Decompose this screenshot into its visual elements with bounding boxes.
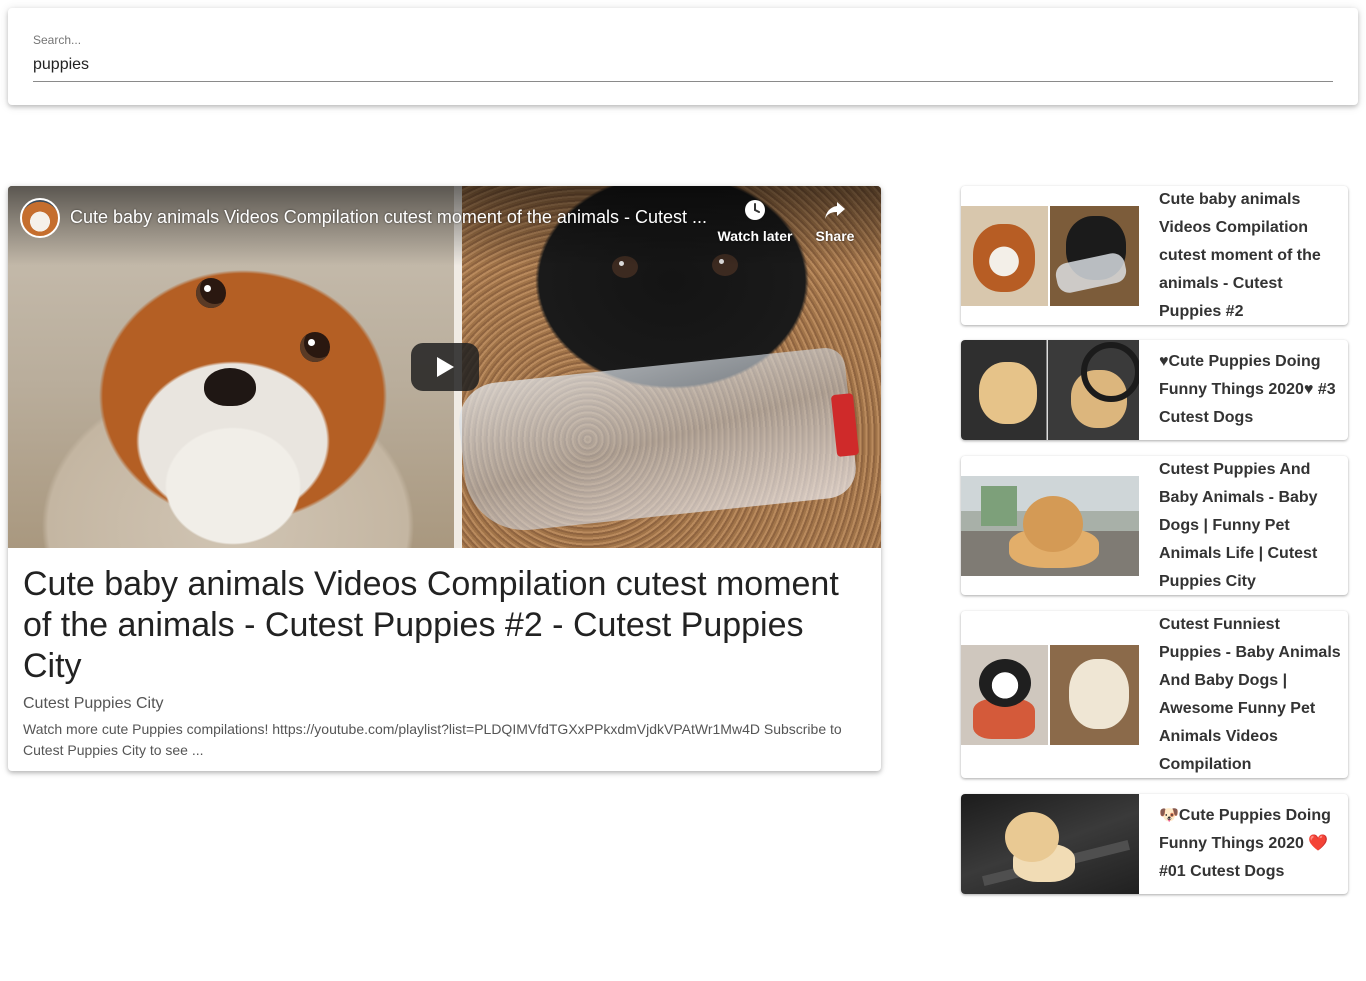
puppy-nose (204, 368, 256, 406)
clock-icon (745, 200, 765, 220)
video-thumbnail[interactable] (961, 644, 1139, 745)
main-video-info: Cute baby animals Videos Compilation cut… (8, 548, 881, 761)
main-video-channel: Cutest Puppies City (23, 695, 164, 712)
video-list-title: Cute baby animals Videos Compilation cut… (1159, 190, 1321, 320)
channel-avatar[interactable] (20, 198, 60, 238)
play-icon (437, 357, 454, 377)
video-list-item[interactable]: Cutest Funniest Puppies - Baby Animals A… (961, 611, 1348, 778)
player-title[interactable]: Cute baby animals Videos Compilation cut… (70, 207, 720, 228)
puppy-eye (196, 278, 226, 308)
search-input[interactable] (33, 54, 1333, 82)
play-button[interactable] (411, 343, 479, 391)
video-list-title: 🐶Cute Puppies Doing Funny Things 2020 ❤️… (1159, 807, 1331, 880)
video-list-title: Cutest Funniest Puppies - Baby Animals A… (1159, 615, 1341, 773)
video-list-item[interactable]: Cute baby animals Videos Compilation cut… (961, 186, 1348, 325)
share-button[interactable]: Share (795, 198, 875, 244)
share-label: Share (815, 228, 855, 244)
video-list-title: ♥Cute Puppies Doing Funny Things 2020♥ #… (1159, 353, 1336, 426)
video-list-item[interactable]: Cutest Puppies And Baby Animals - Baby D… (961, 456, 1348, 595)
watch-later-button[interactable]: Watch later (715, 198, 795, 244)
video-thumbnail[interactable] (961, 475, 1139, 576)
video-player[interactable]: Cute baby animals Videos Compilation cut… (8, 186, 881, 548)
video-list-item[interactable]: 🐶Cute Puppies Doing Funny Things 2020 ❤️… (961, 794, 1348, 894)
watch-later-label: Watch later (717, 228, 793, 244)
video-list-item[interactable]: ♥Cute Puppies Doing Funny Things 2020♥ #… (961, 340, 1348, 440)
main-video-card: Cute baby animals Videos Compilation cut… (8, 186, 881, 771)
video-thumbnail[interactable] (961, 340, 1139, 440)
puppy-eye (300, 332, 330, 362)
video-thumbnail[interactable] (961, 794, 1139, 894)
search-card: Search... (8, 8, 1358, 105)
share-icon (825, 202, 845, 219)
search-label: Search... (33, 33, 82, 47)
video-list-title: Cutest Puppies And Baby Animals - Baby D… (1159, 460, 1318, 590)
main-video-title: Cute baby animals Videos Compilation cut… (23, 565, 839, 685)
main-video-description: Watch more cute Puppies compilations! ht… (23, 721, 842, 758)
bottle (455, 346, 859, 536)
video-thumbnail[interactable] (961, 205, 1139, 306)
